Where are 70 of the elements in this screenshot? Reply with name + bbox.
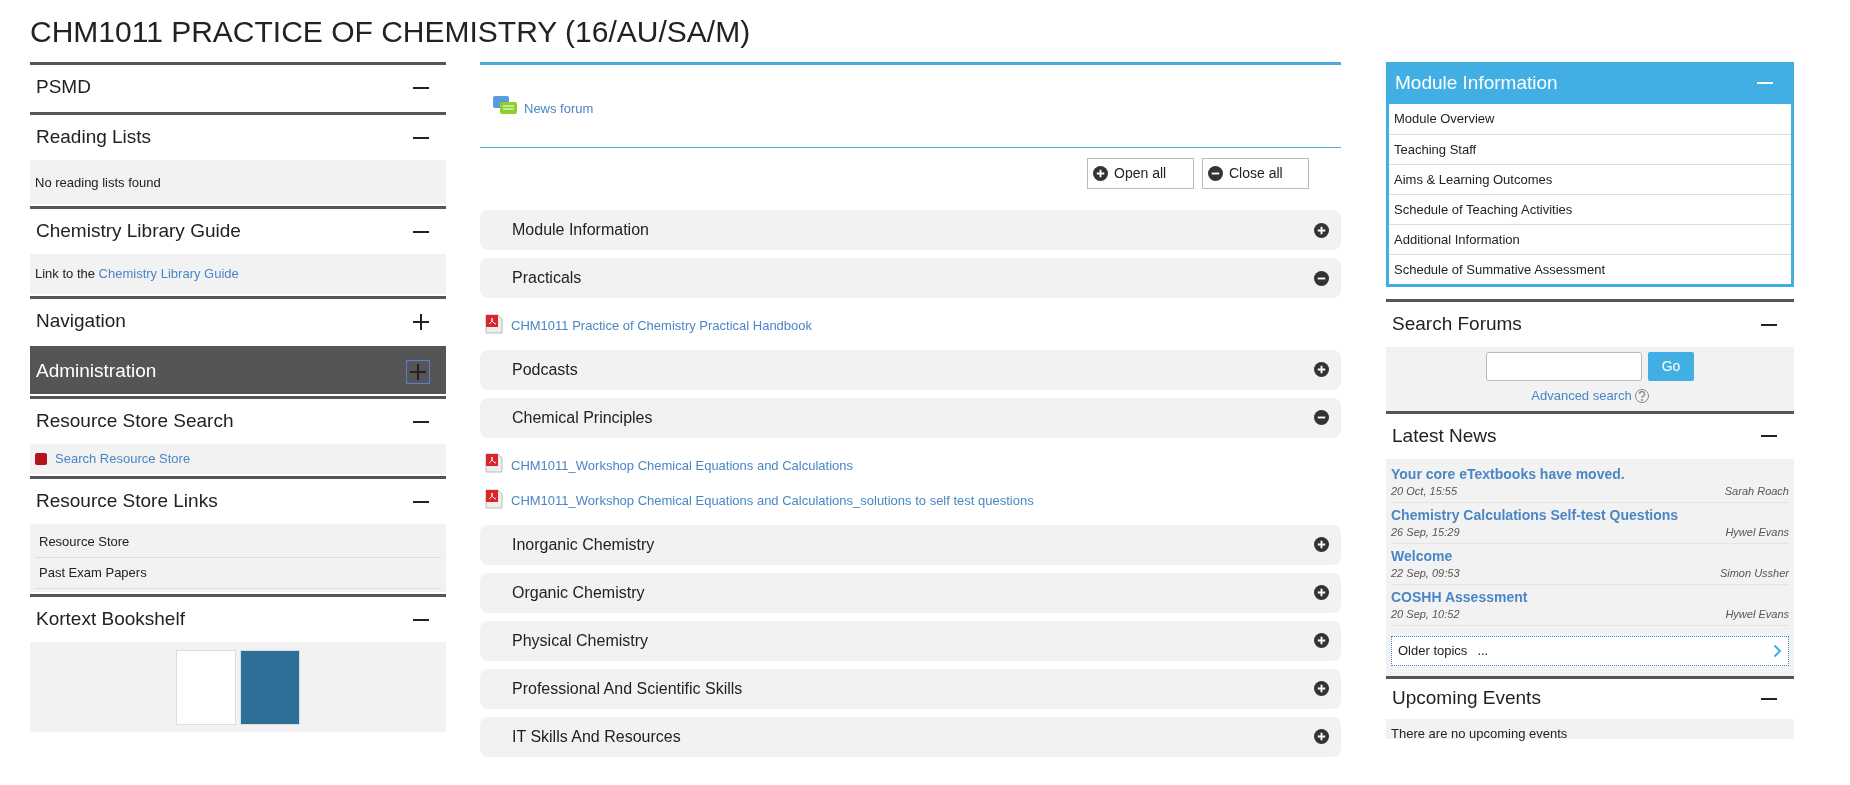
module-info-link[interactable]: Additional Information bbox=[1394, 229, 1520, 250]
block-title[interactable]: Resource Store Links bbox=[36, 487, 218, 516]
block-title[interactable]: Navigation bbox=[36, 307, 126, 336]
news-author: Hywel Evans bbox=[1725, 606, 1789, 622]
file-link[interactable]: CHM1011_Workshop Chemical Equations and Calculations bbox=[511, 455, 854, 475]
section-header[interactable]: Podcasts bbox=[480, 349, 1341, 390]
section-header[interactable]: Module Information bbox=[480, 210, 1341, 250]
open-all-button[interactable]: Open all bbox=[1087, 158, 1194, 189]
block-title[interactable]: Upcoming Events bbox=[1392, 684, 1541, 713]
block-title[interactable]: PSMD bbox=[36, 73, 91, 102]
search-field[interactable] bbox=[1485, 352, 1642, 381]
resource-icon bbox=[35, 453, 47, 465]
news-forum-link[interactable]: News forum bbox=[524, 99, 594, 119]
news-date: 22 Sep, 09:53 bbox=[1391, 565, 1460, 581]
advanced-search-link[interactable]: Advanced search bbox=[1531, 386, 1632, 406]
block-header[interactable]: Administration bbox=[30, 349, 446, 394]
info-text: No reading lists found bbox=[35, 175, 161, 190]
plus-circle-icon[interactable] bbox=[1314, 222, 1329, 238]
plus-circle-icon[interactable] bbox=[1314, 681, 1329, 696]
pdf-file-icon bbox=[485, 313, 503, 334]
guide-text: Link to the Chemistry Library Guide bbox=[35, 265, 240, 283]
block-title[interactable]: Reading Lists bbox=[36, 123, 152, 152]
module-info-link[interactable]: Module Overview bbox=[1394, 109, 1495, 129]
section-header[interactable]: Practicals bbox=[480, 258, 1341, 298]
block-title[interactable]: Latest News bbox=[1392, 421, 1497, 451]
news-author: Sarah Roach bbox=[1724, 483, 1789, 499]
file-link[interactable]: CHM1011 Practice of Chemistry Practical Handbook bbox=[511, 316, 813, 336]
plus-circle-icon[interactable] bbox=[1314, 585, 1329, 600]
section-header[interactable]: Chemical Principles bbox=[480, 397, 1341, 438]
minus-circle-icon bbox=[1208, 166, 1223, 181]
plus-circle-icon[interactable] bbox=[1314, 537, 1329, 552]
block-title[interactable]: Chemistry Library Guide bbox=[36, 217, 241, 246]
section-header[interactable]: Physical Chemistry bbox=[480, 620, 1341, 661]
resource-link[interactable]: Resource Store bbox=[39, 532, 130, 552]
minus-circle-icon[interactable] bbox=[1314, 410, 1329, 425]
forum-icon bbox=[492, 95, 518, 117]
module-info-link[interactable]: Aims & Learning Outcomes bbox=[1394, 169, 1553, 190]
plus-circle-icon[interactable] bbox=[1314, 729, 1329, 744]
guide-link[interactable]: Chemistry Library Guide bbox=[98, 266, 239, 281]
pdf-file-icon bbox=[485, 488, 503, 509]
block-title[interactable]: Administration bbox=[36, 357, 157, 386]
plus-icon[interactable] bbox=[412, 312, 430, 331]
resource-link[interactable]: Past Exam Papers bbox=[39, 563, 147, 583]
news-author: Hywel Evans bbox=[1725, 524, 1789, 540]
news-date: 26 Sep, 15:29 bbox=[1391, 524, 1460, 540]
close-all-button[interactable]: Close all bbox=[1202, 158, 1309, 189]
minus-circle-icon[interactable] bbox=[1314, 270, 1329, 286]
module-info-link[interactable]: Schedule of Teaching Activities bbox=[1394, 199, 1573, 220]
chevron-right-icon bbox=[1773, 643, 1782, 658]
page-title: CHM1011 PRACTICE OF CHEMISTRY (16/AU/SA/M) bbox=[30, 14, 752, 50]
module-info-link[interactable]: Schedule of Summative Assessment bbox=[1394, 259, 1605, 280]
older-topics-link[interactable]: Older topics ... bbox=[1391, 635, 1789, 666]
file-link[interactable]: CHM1011_Workshop Chemical Equations and Calculations_solutions to self test questions bbox=[511, 491, 1034, 511]
news-author: Simon Ussher bbox=[1719, 565, 1789, 581]
block-title[interactable]: Search Forums bbox=[1392, 310, 1522, 339]
block-title[interactable]: Resource Store Search bbox=[36, 407, 234, 436]
module-info-link[interactable]: Teaching Staff bbox=[1394, 139, 1477, 160]
section-header[interactable]: Organic Chemistry bbox=[480, 572, 1341, 613]
news-date: 20 Sep, 10:52 bbox=[1391, 606, 1460, 622]
info-text: There are no upcoming events bbox=[1391, 725, 1568, 741]
section-header[interactable]: Inorganic Chemistry bbox=[480, 524, 1341, 565]
news-date: 20 Oct, 15:55 bbox=[1391, 483, 1458, 499]
plus-circle-icon[interactable] bbox=[1314, 362, 1329, 377]
section-header[interactable]: IT Skills And Resources bbox=[480, 716, 1341, 757]
plus-circle-icon[interactable] bbox=[1314, 633, 1329, 648]
section-header[interactable]: Professional And Scientific Skills bbox=[480, 668, 1341, 709]
block-title[interactable]: Kortext Bookshelf bbox=[36, 605, 185, 634]
pdf-file-icon bbox=[485, 453, 503, 474]
plus-circle-icon bbox=[1093, 166, 1108, 181]
book-cover-placeholder[interactable] bbox=[240, 649, 300, 725]
